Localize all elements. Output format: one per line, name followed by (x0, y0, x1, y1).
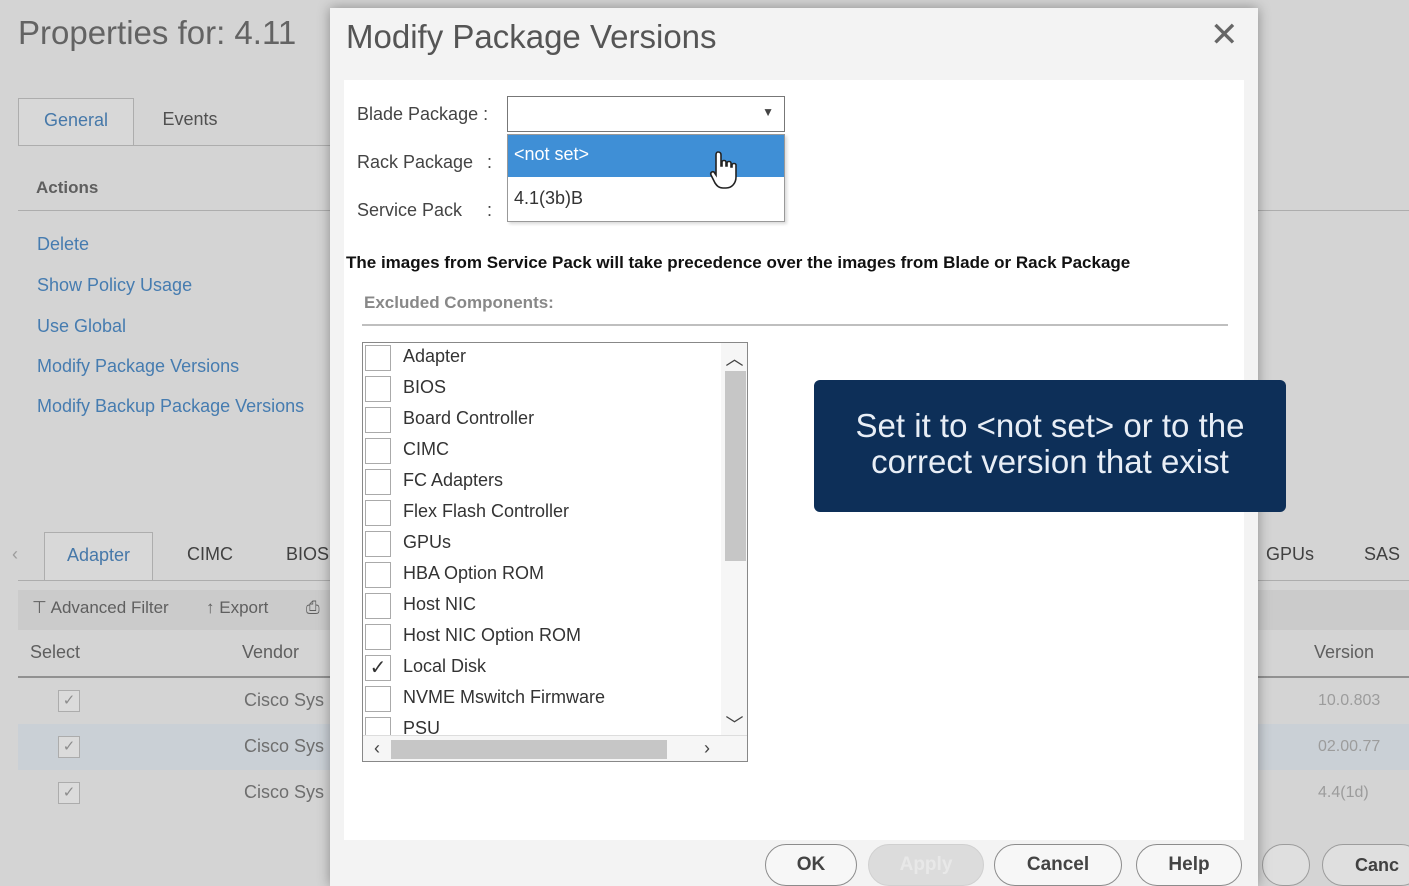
blade-package-dropdown: <not set> 4.1(3b)B (507, 134, 785, 222)
tutorial-callout: Set it to <not set> or to the correct ve… (814, 380, 1286, 512)
dropdown-option-4-1-3b-b[interactable]: 4.1(3b)B (508, 179, 784, 221)
cancel-button[interactable]: Cancel (994, 844, 1122, 886)
list-item[interactable]: CIMC (363, 437, 719, 468)
vertical-scroll-thumb[interactable] (725, 371, 746, 561)
component-checkbox[interactable] (365, 531, 391, 557)
component-label: FC Adapters (403, 470, 504, 490)
component-label: HBA Option ROM (403, 563, 545, 583)
rack-package-label: Rack Package (357, 152, 474, 172)
blade-package-label: Blade Package : (357, 104, 489, 124)
component-label: Adapter (403, 346, 467, 366)
list-item[interactable]: Board Controller (363, 406, 719, 437)
component-checkbox[interactable] (365, 438, 391, 464)
precedence-notice: The images from Service Pack will take p… (346, 253, 1131, 272)
component-label: CIMC (403, 439, 449, 459)
list-item[interactable]: Flex Flash Controller (363, 499, 719, 530)
component-label: GPUs (403, 532, 452, 552)
component-label: BIOS (403, 377, 447, 397)
callout-line-1: Set it to <not set> or to the (855, 407, 1245, 444)
dialog-title: Modify Package Versions (346, 18, 717, 55)
component-label: Flex Flash Controller (403, 501, 570, 521)
component-label: Host NIC Option ROM (403, 625, 582, 645)
list-item[interactable]: ✓ Local Disk (363, 654, 719, 685)
component-checkbox[interactable] (365, 562, 391, 588)
component-checkbox[interactable] (365, 345, 391, 371)
chevron-down-icon[interactable]: ﹀ (723, 711, 746, 737)
component-checkbox[interactable] (365, 624, 391, 650)
horizontal-scrollbar[interactable]: ‹ › (363, 735, 747, 761)
close-icon[interactable]: ✕ (1210, 18, 1239, 52)
list-item[interactable]: BIOS (363, 375, 719, 406)
list-item[interactable]: NVME Mswitch Firmware (363, 685, 719, 716)
list-item[interactable]: HBA Option ROM (363, 561, 719, 592)
component-checkbox[interactable] (365, 469, 391, 495)
component-label: Host NIC (403, 594, 477, 614)
blade-package-select[interactable]: ▼ (507, 96, 785, 132)
list-item[interactable]: Host NIC (363, 592, 719, 623)
rack-package-colon: : (487, 152, 493, 172)
apply-button[interactable]: Apply (868, 844, 984, 886)
chevron-right-icon[interactable]: › (697, 738, 717, 759)
vertical-scrollbar[interactable]: ︿ ﹀ (721, 343, 747, 737)
component-label: NVME Mswitch Firmware (403, 687, 606, 707)
component-label: Board Controller (403, 408, 535, 428)
chevron-down-icon[interactable]: ▼ (762, 105, 774, 119)
hand-cursor-icon (709, 151, 737, 189)
help-button[interactable]: Help (1136, 844, 1242, 886)
dropdown-option-not-set[interactable]: <not set> (508, 135, 784, 177)
excluded-divider (362, 324, 1228, 326)
list-item[interactable]: GPUs (363, 530, 719, 561)
component-checkbox-checked[interactable]: ✓ (365, 655, 391, 681)
component-checkbox[interactable] (365, 686, 391, 712)
service-pack-label: Service Pack (357, 200, 463, 220)
callout-line-2: correct version that exist (871, 443, 1229, 480)
list-item[interactable]: Adapter (363, 344, 719, 375)
ok-button[interactable]: OK (765, 844, 857, 886)
chevron-left-icon[interactable]: ‹ (367, 738, 387, 759)
excluded-components-label: Excluded Components: (364, 293, 554, 312)
component-label: Local Disk (403, 656, 487, 676)
list-item[interactable]: FC Adapters (363, 468, 719, 499)
component-checkbox[interactable] (365, 593, 391, 619)
service-pack-colon: : (487, 200, 493, 220)
list-item[interactable]: Host NIC Option ROM (363, 623, 719, 654)
component-checkbox[interactable] (365, 376, 391, 402)
excluded-components-list: Adapter BIOS Board Controller CIMC FC Ad… (362, 342, 748, 762)
chevron-up-icon[interactable]: ︿ (723, 345, 746, 371)
component-checkbox[interactable] (365, 407, 391, 433)
horizontal-scroll-thumb[interactable] (391, 740, 667, 759)
component-checkbox[interactable] (365, 500, 391, 526)
